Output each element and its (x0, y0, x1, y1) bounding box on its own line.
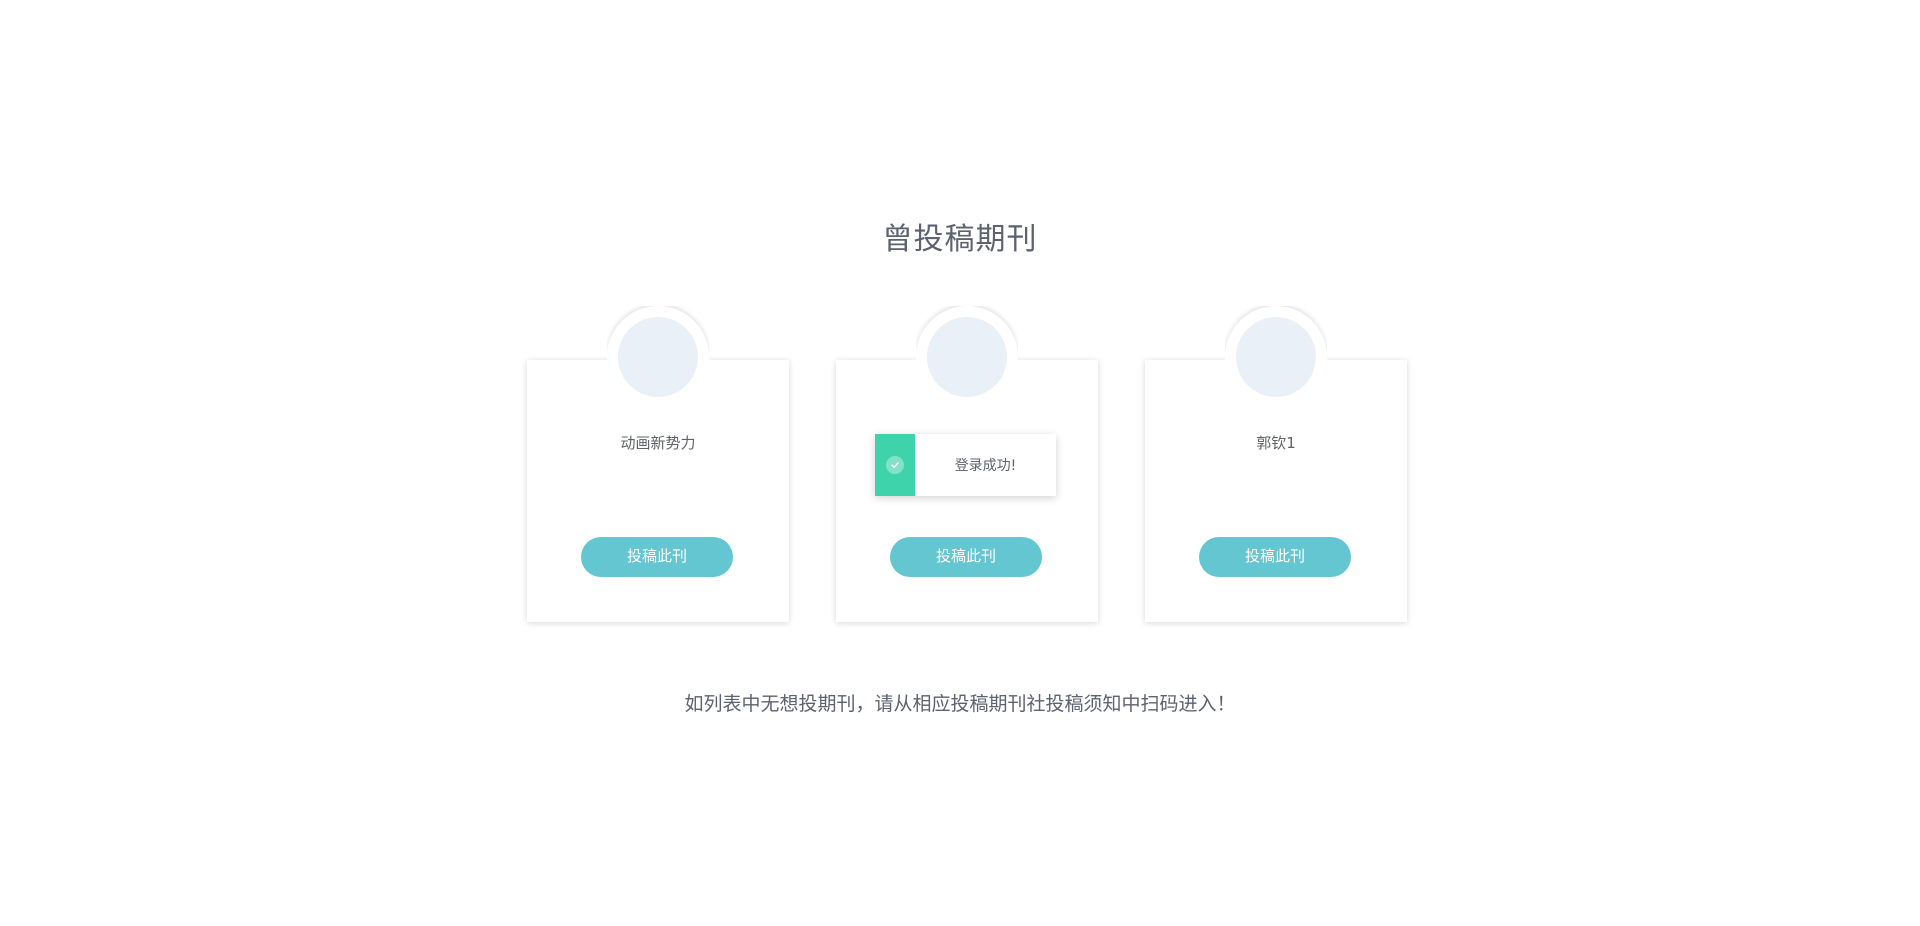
journal-name: 郭钦1 (1256, 434, 1296, 452)
journal-card: 郭钦1 投稿此刊 (1145, 306, 1407, 622)
toast-message: 登录成功! (954, 458, 1017, 474)
submit-to-journal-button[interactable]: 投稿此刊 (581, 537, 733, 577)
success-toast: 登录成功! (875, 434, 1056, 496)
journal-avatar (927, 317, 1007, 397)
hint-text: 如列表中无想投期刊，请从相应投稿期刊社投稿须知中扫码进入！ (684, 693, 1236, 715)
page-title: 曾投稿期刊 (882, 222, 1038, 257)
journal-avatar (618, 317, 698, 397)
journal-avatar (1236, 317, 1316, 397)
toast-accent-bar (875, 434, 915, 496)
submit-to-journal-button[interactable]: 投稿此刊 (1199, 537, 1351, 577)
page: 曾投稿期刊 动画新势力 投稿此刊 投稿此刊 郭钦1 投稿此刊 登录成功! 如列表… (0, 0, 1920, 926)
journal-card: 动画新势力 投稿此刊 (527, 306, 789, 622)
journal-name: 动画新势力 (620, 434, 696, 452)
submit-to-journal-button[interactable]: 投稿此刊 (890, 537, 1042, 577)
check-circle-icon (886, 456, 904, 474)
